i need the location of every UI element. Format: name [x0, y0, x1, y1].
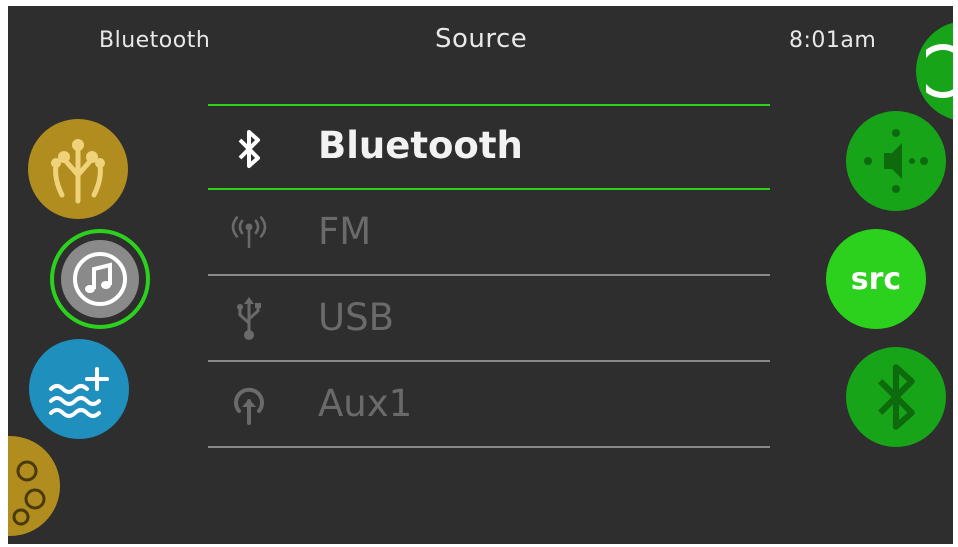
source-label: Aux1 — [318, 382, 413, 425]
source-button[interactable]: src — [826, 229, 926, 329]
audio-button-inner — [61, 240, 139, 318]
music-note-icon — [73, 252, 127, 306]
bluetooth-button[interactable] — [846, 347, 946, 447]
water-button[interactable] — [29, 339, 129, 439]
source-button-label: src — [850, 261, 902, 297]
gears-icon — [12, 460, 46, 526]
clock: 8:01am — [789, 28, 877, 53]
source-list: Bluetooth FM USB Aux1 — [208, 104, 770, 448]
audio-button[interactable] — [50, 229, 150, 329]
spa-control-screen: Bluetooth Source 8:01am Bluetooth FM USB… — [8, 6, 953, 544]
volume-button[interactable] — [846, 111, 946, 211]
source-item-aux1[interactable]: Aux1 — [208, 362, 770, 448]
source-label: Bluetooth — [318, 124, 523, 167]
tree-button[interactable] — [28, 119, 128, 219]
tree-icon — [51, 139, 105, 204]
source-item-bluetooth[interactable]: Bluetooth — [208, 104, 770, 190]
source-item-usb[interactable]: USB — [208, 276, 770, 362]
source-label: FM — [318, 210, 372, 253]
bluetooth-icon — [878, 364, 915, 430]
source-label: USB — [318, 296, 394, 339]
page-title: Source — [435, 24, 528, 54]
usb-icon — [230, 297, 268, 340]
source-item-fm[interactable]: FM — [208, 190, 770, 276]
power-icon — [926, 44, 953, 98]
settings-button[interactable] — [8, 436, 60, 536]
radio-antenna-icon — [230, 214, 268, 252]
bluetooth-icon — [230, 130, 268, 168]
aux-input-icon — [230, 386, 268, 425]
volume-icon — [864, 129, 928, 193]
water-plus-icon — [49, 367, 109, 418]
current-source-label: Bluetooth — [99, 28, 211, 53]
power-button[interactable] — [916, 21, 953, 121]
